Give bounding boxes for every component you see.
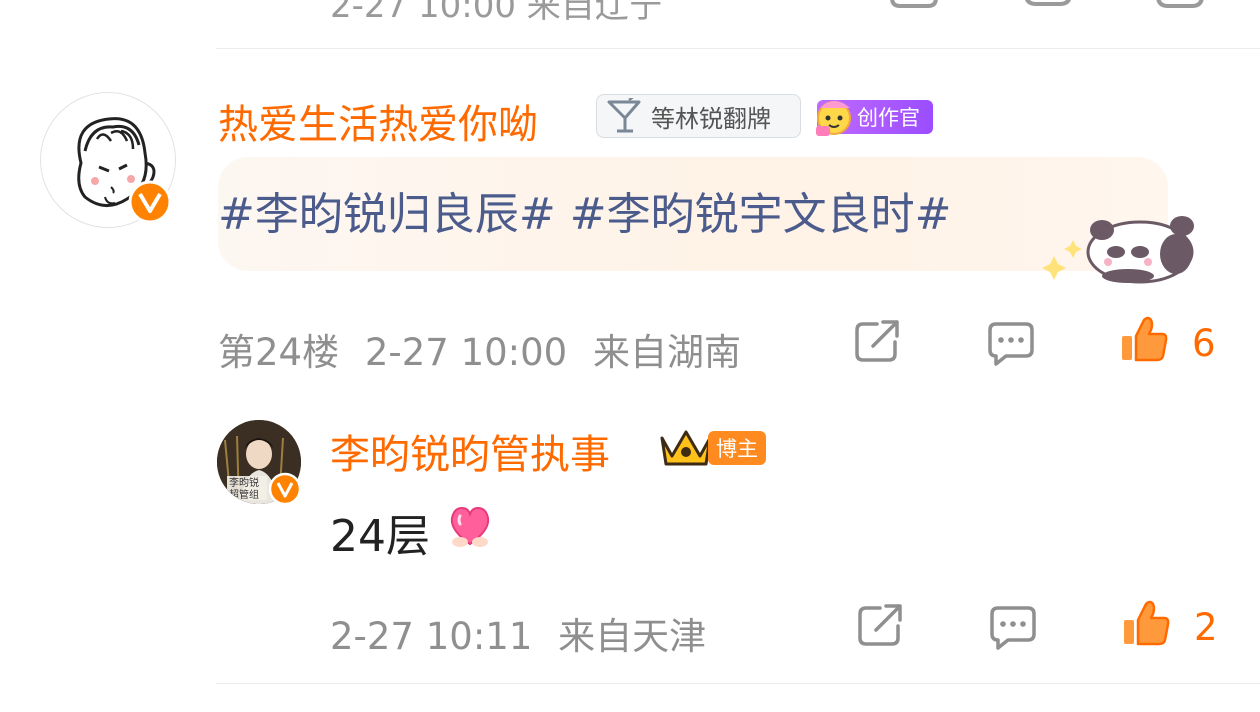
verified-icon	[128, 180, 172, 224]
reply-time: 2-27 10:11	[330, 615, 533, 658]
comment-meta: 第24楼 2-27 10:00 来自湖南	[218, 322, 741, 376]
previous-comment-meta: 2-27 10:00 来自辽宁	[330, 0, 663, 26]
like-icon[interactable]	[1118, 314, 1170, 364]
comment-icon[interactable]	[986, 320, 1036, 366]
floor-number: 第24楼	[218, 331, 340, 374]
comment-username[interactable]: 热爱生活热爱你呦	[218, 92, 538, 150]
like-count: 6	[1192, 322, 1216, 365]
avatar-caption: 李昀锐超管组	[229, 478, 259, 501]
creator-badge-label: 创作官	[857, 106, 920, 130]
comment-time: 2-27 10:00	[364, 331, 568, 374]
share-icon[interactable]	[886, 0, 942, 12]
reply-text: 24层	[330, 511, 430, 562]
panda-sticker	[1042, 216, 1194, 284]
comment-topics[interactable]: #李昀锐归良辰# #李昀锐宇文良时#	[218, 178, 951, 242]
reply-like-count: 2	[1194, 606, 1218, 649]
host-badge: 博主	[708, 431, 766, 465]
creator-mascot-icon	[816, 101, 851, 136]
cocktail-icon	[607, 98, 641, 133]
heart-emoji	[450, 506, 490, 547]
comment-location: 来自湖南	[593, 331, 741, 374]
reply-location: 来自天津	[558, 615, 707, 658]
divider	[216, 48, 1260, 49]
verified-icon	[268, 472, 302, 506]
reply-meta: 2-27 10:11 来自天津	[330, 606, 706, 660]
comment-icon[interactable]	[1020, 0, 1076, 12]
like-icon[interactable]	[1120, 598, 1172, 648]
fan-badge-label: 等林锐翻牌	[651, 104, 771, 133]
share-icon[interactable]	[856, 602, 906, 648]
like-icon[interactable]	[1152, 0, 1208, 12]
crown-icon	[660, 430, 712, 466]
comment-icon[interactable]	[988, 604, 1038, 650]
reply-username[interactable]: 李昀锐昀管执事	[330, 422, 610, 480]
share-icon[interactable]	[853, 318, 903, 364]
divider	[216, 683, 1260, 684]
fan-badge[interactable]: 等林锐翻牌	[596, 94, 801, 138]
